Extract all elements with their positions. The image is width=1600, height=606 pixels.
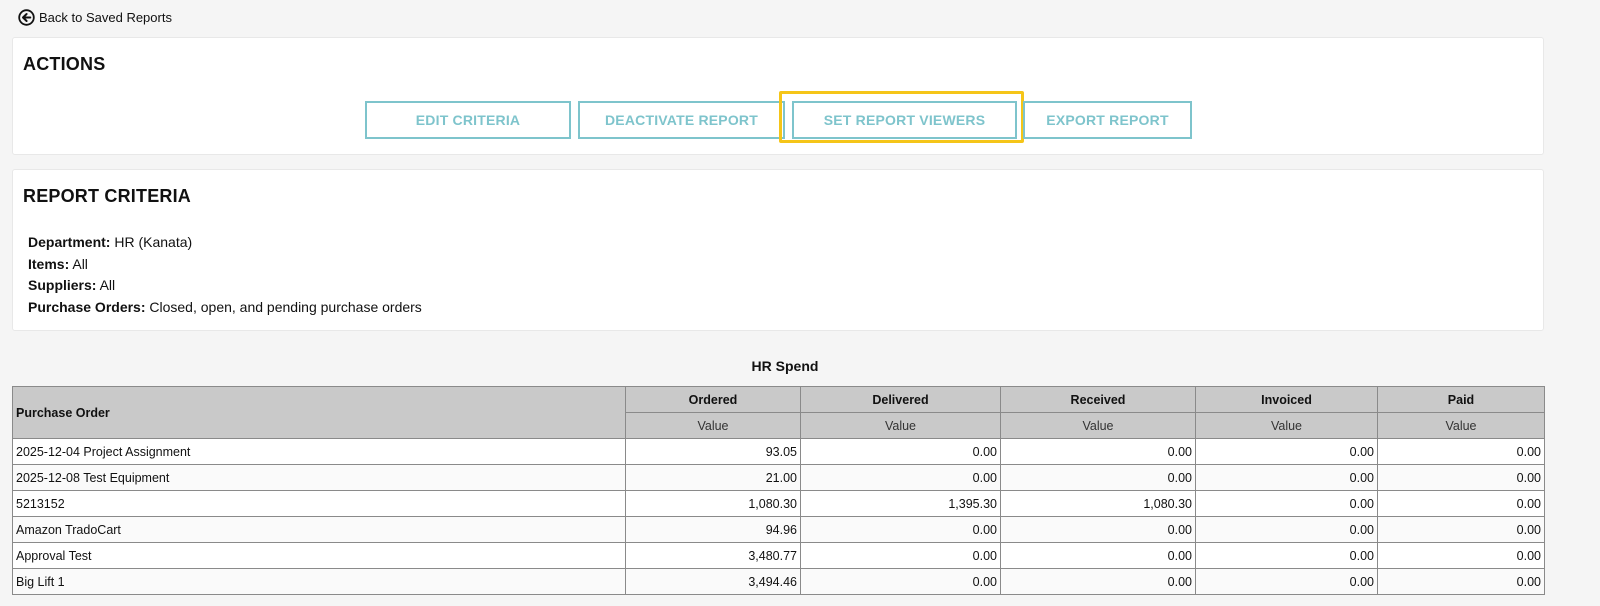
cell-paid: 0.00 (1377, 516, 1545, 543)
subheader-value: Value (1377, 412, 1545, 439)
criteria-label: Department: (28, 234, 111, 250)
criteria-value: HR (Kanata) (114, 234, 193, 250)
cell-invoiced: 0.00 (1195, 516, 1378, 543)
column-header-purchase-order[interactable]: Purchase Order (12, 386, 626, 439)
cell-po: Big Lift 1 (12, 568, 626, 595)
set-report-viewers-button[interactable]: SET REPORT VIEWERS (792, 101, 1017, 139)
table-row: 5213152 1,080.30 1,395.30 1,080.30 0.00 … (12, 490, 1545, 517)
cell-ordered: 21.00 (625, 464, 801, 491)
criteria-list: Department: HR (Kanata) Items: All Suppl… (28, 232, 422, 318)
cell-ordered: 3,494.46 (625, 568, 801, 595)
actions-panel: ACTIONS EDIT CRITERIA DEACTIVATE REPORT … (12, 37, 1544, 155)
cell-paid: 0.00 (1377, 568, 1545, 595)
cell-received: 0.00 (1000, 542, 1196, 569)
column-header-delivered[interactable]: Delivered (800, 386, 1001, 413)
subheader-value: Value (1000, 412, 1196, 439)
criteria-label: Suppliers: (28, 277, 97, 293)
column-header-received[interactable]: Received (1000, 386, 1196, 413)
cell-paid: 0.00 (1377, 542, 1545, 569)
column-header-invoiced[interactable]: Invoiced (1195, 386, 1378, 413)
cell-invoiced: 0.00 (1195, 542, 1378, 569)
report-criteria-panel: REPORT CRITERIA Department: HR (Kanata) … (12, 169, 1544, 331)
cell-ordered: 94.96 (625, 516, 801, 543)
cell-delivered: 0.00 (800, 438, 1001, 465)
criteria-label: Purchase Orders: (28, 298, 146, 315)
cell-invoiced: 0.00 (1195, 568, 1378, 595)
criteria-item-department: Department: HR (Kanata) (28, 232, 422, 254)
cell-po: Amazon TradoCart (12, 516, 626, 543)
table-row: 2025-12-08 Test Equipment 21.00 0.00 0.0… (12, 464, 1545, 491)
cell-received: 0.00 (1000, 516, 1196, 543)
cell-po: Approval Test (12, 542, 626, 569)
table-row: Approval Test 3,480.77 0.00 0.00 0.00 0.… (12, 542, 1545, 569)
subheader-value: Value (800, 412, 1001, 439)
criteria-item-suppliers: Suppliers: All (28, 275, 422, 297)
cell-po: 5213152 (12, 490, 626, 517)
criteria-item-purchase-orders: Purchase Orders: Closed, open, and pendi… (28, 297, 422, 319)
cell-received: 0.00 (1000, 438, 1196, 465)
subheader-value: Value (625, 412, 801, 439)
cell-po: 2025-12-08 Test Equipment (12, 464, 626, 491)
criteria-label: Items: (28, 255, 70, 272)
cell-invoiced: 0.00 (1195, 438, 1378, 465)
criteria-value: Closed, open, and pending purchase order… (149, 298, 422, 315)
edit-criteria-button[interactable]: EDIT CRITERIA (365, 101, 571, 139)
circle-arrow-left-icon (18, 9, 35, 26)
back-link-label: Back to Saved Reports (39, 10, 172, 25)
actions-title: ACTIONS (23, 54, 106, 74)
cell-delivered: 0.00 (800, 516, 1001, 543)
cell-received: 0.00 (1000, 568, 1196, 595)
cell-ordered: 93.05 (625, 438, 801, 465)
subheader-value: Value (1195, 412, 1378, 439)
cell-invoiced: 0.00 (1195, 464, 1378, 491)
cell-delivered: 1,395.30 (800, 490, 1001, 517)
cell-paid: 0.00 (1377, 490, 1545, 517)
cell-po: 2025-12-04 Project Assignment (12, 438, 626, 465)
criteria-value: All (99, 277, 116, 293)
cell-delivered: 0.00 (800, 542, 1001, 569)
criteria-item-items: Items: All (28, 254, 422, 276)
cell-received: 1,080.30 (1000, 490, 1196, 517)
cell-ordered: 1,080.30 (625, 490, 801, 517)
cell-ordered: 3,480.77 (625, 542, 801, 569)
report-table-title: HR Spend (751, 358, 819, 374)
cell-received: 0.00 (1000, 464, 1196, 491)
cell-invoiced: 0.00 (1195, 490, 1378, 517)
criteria-value: All (72, 255, 88, 272)
column-header-paid[interactable]: Paid (1377, 386, 1545, 413)
cell-delivered: 0.00 (800, 568, 1001, 595)
table-row: 2025-12-04 Project Assignment 93.05 0.00… (12, 438, 1545, 465)
table-row: Amazon TradoCart 94.96 0.00 0.00 0.00 0.… (12, 516, 1545, 543)
export-report-button[interactable]: EXPORT REPORT (1023, 101, 1192, 139)
deactivate-report-button[interactable]: DEACTIVATE REPORT (578, 101, 785, 139)
cell-delivered: 0.00 (800, 464, 1001, 491)
table-row: Big Lift 1 3,494.46 0.00 0.00 0.00 0.00 (12, 568, 1545, 595)
cell-paid: 0.00 (1377, 464, 1545, 491)
report-criteria-title: REPORT CRITERIA (23, 186, 192, 206)
report-table: Purchase Order Ordered Delivered Receive… (12, 386, 1545, 595)
column-header-ordered[interactable]: Ordered (625, 386, 801, 413)
cell-paid: 0.00 (1377, 438, 1545, 465)
back-to-saved-reports-link[interactable]: Back to Saved Reports (18, 9, 172, 26)
